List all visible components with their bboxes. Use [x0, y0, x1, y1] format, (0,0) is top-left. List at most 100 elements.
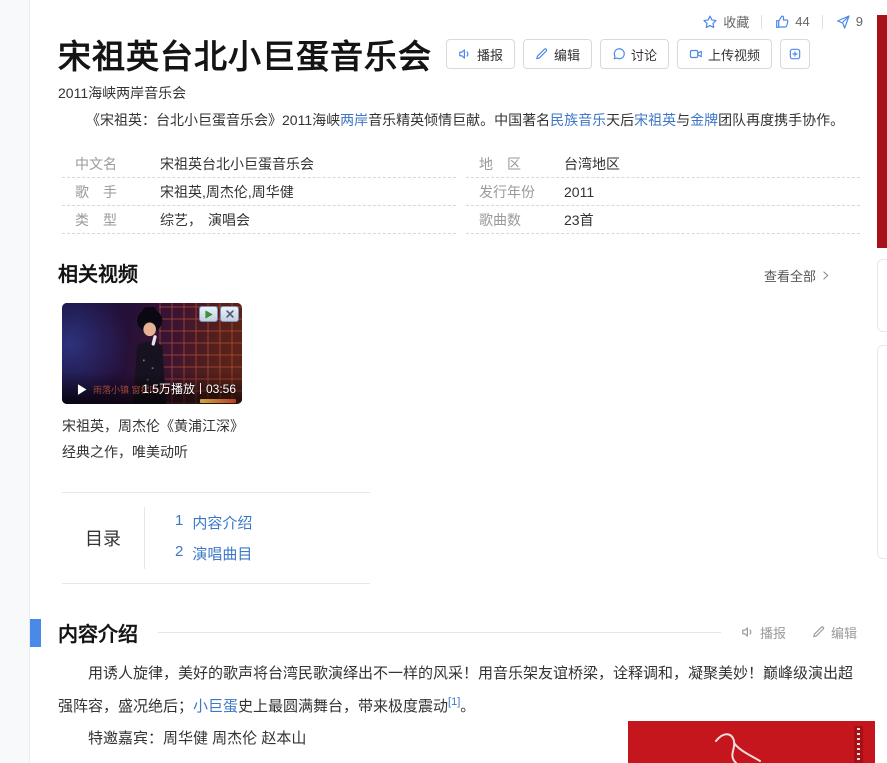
section-toolbar: 播报 编辑 — [741, 623, 857, 642]
toc-title: 目录 — [62, 507, 144, 569]
album-cover-image[interactable] — [628, 721, 875, 763]
plus-square-icon — [788, 47, 802, 61]
infobox-row: 中文名 宋祖英台北小巨蛋音乐会 — [62, 150, 456, 178]
flash-close-button[interactable] — [220, 306, 239, 322]
close-x-icon — [225, 309, 235, 319]
speaker-icon — [458, 47, 472, 61]
speech-bubble-icon — [612, 47, 626, 61]
share-count: 9 — [856, 14, 863, 29]
baike-page: 收藏 44 9 宋祖英台北小巨蛋音乐会 播报 编辑 讨论 — [0, 0, 887, 763]
broadcast-button[interactable]: 播报 — [446, 39, 515, 69]
link-songzuying[interactable]: 宋祖英 — [634, 112, 676, 128]
video-camera-icon — [689, 47, 703, 61]
share-button[interactable]: 9 — [835, 14, 863, 30]
section-broadcast-button[interactable]: 播报 — [741, 623, 786, 642]
swan-swirl-graphic — [628, 721, 875, 763]
link-xiaojudan[interactable]: 小巨蛋 — [193, 698, 238, 715]
chevron-right-icon — [819, 269, 832, 282]
view-all-label: 查看全部 — [764, 266, 816, 285]
summary-text: 与 — [676, 112, 690, 128]
like-button[interactable]: 44 — [774, 14, 809, 30]
section-marker-bar — [30, 619, 41, 647]
summary-text: 《宋祖英：台北小巨蛋音乐会》2011海峡 — [86, 112, 340, 128]
favorite-button[interactable]: 收藏 — [702, 12, 749, 31]
clipped-right-card — [877, 345, 887, 559]
meta-divider — [200, 383, 201, 394]
summary-text: 团队再度携手协作。 — [718, 112, 844, 128]
infobox-row: 歌 手 宋祖英,周杰伦,周华健 — [62, 178, 456, 206]
reference-sup[interactable]: [1] — [448, 696, 460, 708]
favorite-label: 收藏 — [723, 12, 749, 31]
toc-item-number: 2 — [175, 543, 183, 564]
toc-item-label: 内容介绍 — [192, 512, 252, 533]
link-jinpai[interactable]: 金牌 — [690, 112, 718, 128]
pencil-icon — [535, 47, 549, 61]
video-caption-line2: 经典之作，唯美动听 — [62, 439, 382, 465]
infobox-value: 台湾地区 — [564, 154, 620, 174]
flash-overlay-buttons — [199, 306, 239, 322]
edit-button[interactable]: 编辑 — [523, 39, 592, 69]
broadcast-label: 播报 — [477, 45, 503, 64]
content-text: 史上最圆满舞台，带来极度震动 — [238, 698, 448, 715]
pencil-icon — [812, 625, 826, 639]
page-title: 宋祖英台北小巨蛋音乐会 — [58, 30, 432, 78]
add-button[interactable] — [780, 39, 810, 69]
toc-item-content-intro[interactable]: 1 内容介绍 — [175, 512, 252, 533]
section-divider-line — [158, 632, 721, 633]
infobox: 中文名 宋祖英台北小巨蛋音乐会 地 区 台湾地区 歌 手 宋祖英,周杰伦,周华健… — [62, 150, 860, 234]
album-side-text-strip — [854, 726, 863, 763]
infobox-value: 23首 — [564, 210, 594, 230]
summary-text: 音乐精英倾情巨献。中国著名 — [368, 112, 550, 128]
section-edit-button[interactable]: 编辑 — [812, 623, 857, 642]
summary-text: 天后 — [606, 112, 634, 128]
top-actions: 收藏 44 9 — [702, 12, 863, 31]
infobox-link-concert[interactable]: 演唱会 — [208, 210, 250, 230]
video-caption-line1: 宋祖英，周杰伦《黄浦江深》 — [62, 413, 382, 439]
toc-item-label: 演唱曲目 — [192, 543, 252, 564]
infobox-row: 发行年份 2011 — [466, 178, 860, 206]
toc-item-song-list[interactable]: 2 演唱曲目 — [175, 543, 252, 564]
video-meta: 1.5万播放 03:56 — [142, 380, 236, 397]
left-gutter — [0, 0, 30, 763]
summary-paragraph: 《宋祖英：台北小巨蛋音乐会》2011海峡两岸音乐精英倾情巨献。中国著名民族音乐天… — [58, 108, 850, 133]
clipped-right-card — [877, 259, 887, 332]
section-title: 内容介绍 — [58, 618, 138, 647]
video-duration: 03:56 — [206, 382, 236, 396]
infobox-row: 类 型 综艺， 演唱会 — [62, 206, 456, 234]
guests-line: 特邀嘉宾：周华健 周杰伦 赵本山 — [58, 727, 306, 748]
infobox-label: 中文名 — [62, 154, 160, 174]
broadcaster-logo — [200, 399, 236, 403]
video-caption[interactable]: 宋祖英，周杰伦《黄浦江深》 经典之作，唯美动听 — [62, 413, 382, 465]
star-icon — [702, 14, 718, 30]
link-liangan[interactable]: 两岸 — [340, 112, 368, 128]
infobox-value: 宋祖英,周杰伦,周华健 — [160, 182, 294, 202]
clipped-right-banner — [877, 15, 887, 248]
link-minzu-yinyue[interactable]: 民族音乐 — [550, 112, 606, 128]
video-views: 1.5万播放 — [142, 380, 195, 397]
infobox-row: 歌曲数 23首 — [466, 206, 860, 234]
video-card[interactable]: 雨落小镇 窗棂听风 1.5万播放 03:56 — [62, 303, 242, 404]
infobox-label: 地 区 — [466, 154, 564, 174]
subtitle: 2011海峡两岸音乐会 — [58, 83, 186, 103]
title-row: 宋祖英台北小巨蛋音乐会 播报 编辑 讨论 上传视频 — [58, 30, 810, 78]
discuss-button[interactable]: 讨论 — [600, 39, 669, 69]
green-play-icon — [203, 309, 214, 320]
infobox-row: 地 区 台湾地区 — [466, 150, 860, 178]
thumb-up-icon — [774, 14, 790, 30]
infobox-label: 类 型 — [62, 210, 160, 230]
divider — [822, 15, 823, 29]
view-all-link[interactable]: 查看全部 — [764, 266, 832, 285]
header-buttons: 播报 编辑 讨论 上传视频 — [446, 39, 810, 69]
discuss-label: 讨论 — [631, 45, 657, 64]
speaker-icon — [741, 625, 755, 639]
section-edit-label: 编辑 — [831, 623, 857, 642]
share-icon — [835, 14, 851, 30]
upload-video-button[interactable]: 上传视频 — [677, 39, 772, 69]
related-videos-heading: 相关视频 — [58, 258, 138, 287]
flash-play-button[interactable] — [199, 306, 218, 322]
play-icon — [73, 381, 90, 398]
toc-item-number: 1 — [175, 512, 183, 533]
toc-items: 1 内容介绍 2 演唱曲目 — [145, 507, 252, 569]
infobox-value: 2011 — [564, 184, 594, 200]
divider — [761, 15, 762, 29]
